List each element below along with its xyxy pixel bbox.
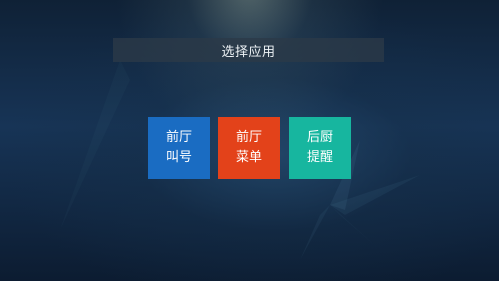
app-tile-front-desk-menu[interactable]: 前厅 菜单 bbox=[218, 117, 280, 179]
page-title: 选择应用 bbox=[221, 44, 276, 60]
app-tile-label-line2: 菜单 bbox=[235, 150, 262, 165]
app-tile-label-line1: 前厅 bbox=[165, 130, 192, 145]
launcher-screen: 选择应用 前厅 叫号 前厅 菜单 后厨 提醒 bbox=[0, 0, 499, 281]
app-tile-label-line2: 叫号 bbox=[165, 150, 192, 165]
app-tile-front-desk-calling[interactable]: 前厅 叫号 bbox=[148, 117, 210, 179]
app-tile-label-line1: 前厅 bbox=[235, 130, 262, 145]
title-bar: 选择应用 bbox=[113, 38, 384, 62]
app-tile-label-line1: 后厨 bbox=[306, 130, 333, 145]
app-tile-label-line2: 提醒 bbox=[306, 150, 333, 165]
app-tile-kitchen-reminder[interactable]: 后厨 提醒 bbox=[289, 117, 351, 179]
